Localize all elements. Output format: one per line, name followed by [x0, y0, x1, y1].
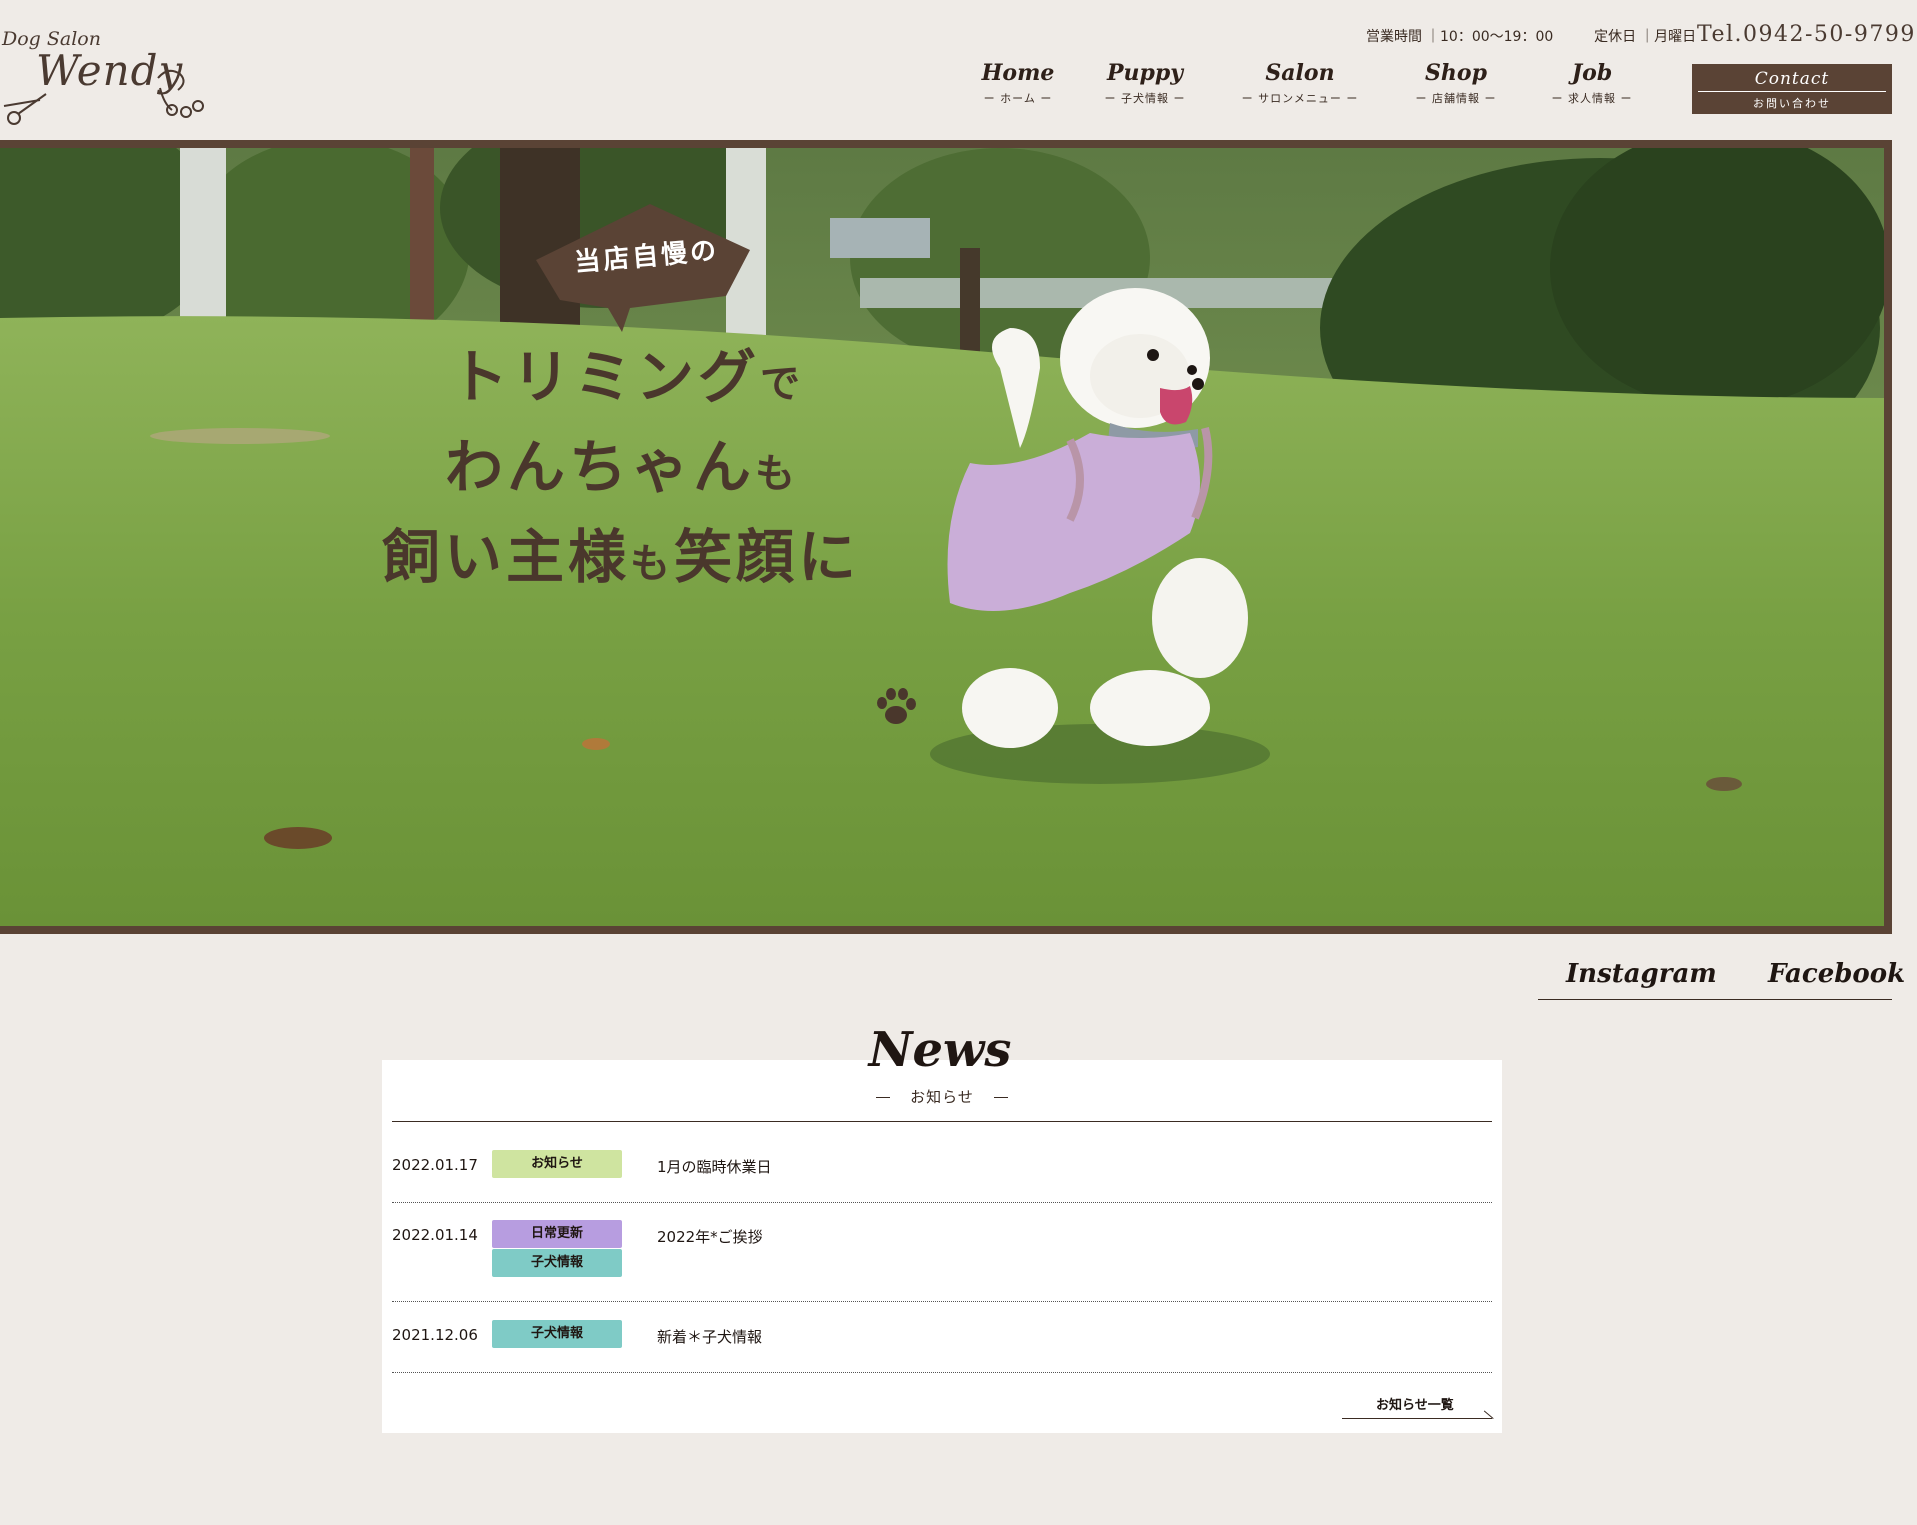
- nav-puppy-label: Puppy: [1106, 60, 1184, 86]
- nav-salon-sub: ー サロンメニュー ー: [1241, 92, 1359, 105]
- news-heading: News: [868, 1022, 1012, 1078]
- hero-line-3-b: も: [630, 541, 675, 587]
- news-item[interactable]: 2022.01.14 日常更新 子犬情報 2022年*ご挨拶: [392, 1218, 1492, 1302]
- hero-line-2-main: わんちゃん: [445, 433, 756, 501]
- contact-sub: お問い合わせ: [1753, 97, 1831, 110]
- news-tag[interactable]: 子犬情報: [492, 1249, 622, 1277]
- facebook-link[interactable]: Facebook: [1768, 959, 1905, 989]
- news-tag[interactable]: お知らせ: [492, 1150, 622, 1178]
- hero-line-2: わんちゃんも: [445, 420, 799, 504]
- news-subtitle: お知らせ: [382, 1086, 1502, 1107]
- hero-line-3: 飼い主様も笑顔に: [382, 510, 860, 594]
- hours-value: 10：00〜19：00: [1440, 29, 1554, 45]
- news-panel: お知らせ 2022.01.17 お知らせ 1月の臨時休業日 2022.01.14…: [382, 1060, 1502, 1433]
- nav-job-sub: ー 求人情報 ー: [1551, 92, 1633, 105]
- news-more-label: お知らせ一覧: [1376, 1398, 1454, 1413]
- news-date: 2022.01.17: [392, 1156, 478, 1174]
- hero-line-3-c: 笑顔に: [674, 523, 861, 591]
- news-tag[interactable]: 子犬情報: [492, 1320, 622, 1348]
- news-more-link[interactable]: お知らせ一覧: [1342, 1392, 1494, 1419]
- hero-banner: [0, 140, 1892, 934]
- news-title[interactable]: 新着＊子犬情報: [657, 1326, 762, 1347]
- news-tag[interactable]: 日常更新: [492, 1220, 622, 1248]
- nav-shop-sub: ー 店舗情報 ー: [1415, 92, 1497, 105]
- arrow-right-icon: [1483, 1410, 1494, 1419]
- nav-job-label: Job: [1571, 60, 1613, 86]
- news-item[interactable]: 2022.01.17 お知らせ 1月の臨時休業日: [392, 1148, 1492, 1203]
- nav-salon-label: Salon: [1265, 60, 1335, 86]
- hours-label: 営業時間: [1366, 29, 1422, 45]
- hero-line-1-main: トリミング: [450, 343, 761, 411]
- hero-photo: [0, 148, 1884, 926]
- news-title[interactable]: 2022年*ご挨拶: [657, 1226, 763, 1247]
- site-logo[interactable]: Dog Salon Wendy: [0, 22, 210, 125]
- hero-line-1: トリミングで: [450, 330, 804, 414]
- hero-line-1-small: で: [760, 361, 805, 407]
- contact-label: Contact: [1754, 69, 1830, 89]
- news-subtitle-text: お知らせ: [910, 1088, 974, 1106]
- nav-shop[interactable]: Shop ー 店舗情報 ー: [1410, 60, 1502, 106]
- nav-home-sub: ー ホーム ー: [983, 92, 1053, 105]
- nav-home-label: Home: [981, 60, 1055, 86]
- news-date: 2022.01.14: [392, 1226, 478, 1244]
- instagram-link[interactable]: Instagram: [1566, 959, 1717, 989]
- closed-label: 定休日: [1594, 29, 1637, 45]
- paw-icon: [877, 688, 916, 724]
- nav-puppy[interactable]: Puppy ー 子犬情報 ー: [1104, 60, 1186, 106]
- news-title[interactable]: 1月の臨時休業日: [657, 1156, 772, 1177]
- contact-button[interactable]: Contact お問い合わせ: [1692, 64, 1892, 114]
- business-info: 営業時間 ｜10：00〜19：00 定休日 ｜月曜日: [1366, 29, 1697, 45]
- hero-line-2-small: も: [755, 451, 800, 497]
- nav-puppy-sub: ー 子犬情報 ー: [1104, 92, 1186, 105]
- scissors-icon: [3, 69, 204, 125]
- nav-shop-label: Shop: [1425, 60, 1487, 86]
- news-item[interactable]: 2021.12.06 子犬情報 新着＊子犬情報: [392, 1318, 1492, 1373]
- nav-job[interactable]: Job ー 求人情報 ー: [1546, 60, 1638, 106]
- social-links: Instagram Facebook: [1538, 955, 1905, 1000]
- closed-value: 月曜日: [1654, 29, 1697, 45]
- nav-salon[interactable]: Salon ー サロンメニュー ー: [1240, 60, 1360, 106]
- phone-number[interactable]: Tel.0942-50-9799: [1697, 22, 1916, 47]
- nav-home[interactable]: Home ー ホーム ー: [978, 60, 1058, 106]
- hero-line-3-a: 飼い主様: [382, 523, 631, 591]
- news-date: 2021.12.06: [392, 1326, 478, 1344]
